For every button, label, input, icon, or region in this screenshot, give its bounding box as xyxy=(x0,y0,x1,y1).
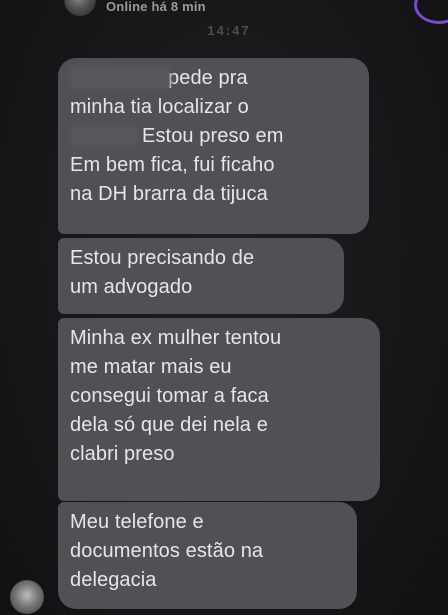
message-line: um advogado xyxy=(70,276,193,298)
message-line: Meu telefone e xyxy=(70,511,204,533)
online-status: Online há 8 min xyxy=(106,0,206,14)
message-line: Minha ex mulher tentou xyxy=(70,327,282,349)
message-bubble[interactable]: Estou precisando de um advogado xyxy=(58,238,344,314)
message-line: pede pra xyxy=(70,64,357,93)
chat-header: Online há 8 min xyxy=(0,0,448,24)
message-line: documentos estão na xyxy=(70,540,264,562)
message-line: delegacia xyxy=(70,569,157,591)
message-line: dela só que dei nela e xyxy=(70,414,268,436)
message-line: Em bem fica, fui ficaho xyxy=(70,154,275,176)
message-bubble[interactable]: Meu telefone e documentos estão na deleg… xyxy=(58,502,357,609)
message-line: na DH brarra da tijuca xyxy=(70,183,268,205)
contact-avatar-icon[interactable] xyxy=(64,0,96,16)
menu-icon[interactable] xyxy=(414,0,448,24)
message-line: Estou preso em xyxy=(70,122,357,151)
sender-avatar-icon[interactable] xyxy=(10,580,44,614)
message-line: me matar mais eu xyxy=(70,356,232,378)
message-line: clabri preso xyxy=(70,443,175,465)
message-line: minha tia localizar o xyxy=(70,96,249,118)
message-bubble[interactable]: pede pra minha tia localizar o Estou pre… xyxy=(58,58,369,234)
message-line: Estou precisando de xyxy=(70,247,255,269)
redacted-name xyxy=(70,67,170,89)
message-bubble[interactable]: Minha ex mulher tentou me matar mais eu … xyxy=(58,318,380,501)
message-timestamp: 14:47 xyxy=(207,23,251,38)
redacted-name xyxy=(70,125,138,147)
message-line: consegui tomar a faca xyxy=(70,385,269,407)
